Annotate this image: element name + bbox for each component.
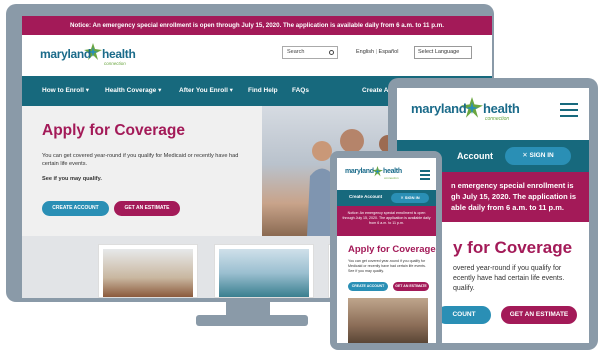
nav-how-to-enroll[interactable]: How to Enroll ▾	[42, 76, 89, 106]
phone-screen: maryland health connection Create Accoun…	[337, 158, 436, 343]
nav-find-help[interactable]: Find Help	[248, 76, 278, 106]
search-placeholder: Search	[287, 49, 305, 55]
desktop-search-input[interactable]: Search	[282, 46, 338, 59]
monitor-stand-neck	[226, 302, 270, 315]
phone-sign-in-label: SIGN IN	[404, 195, 420, 200]
logo-text-health: health	[102, 47, 136, 61]
tablet-hero-paragraph: overed year-round if you qualify for ece…	[453, 265, 565, 292]
desktop-create-account-button[interactable]: CREATE ACCOUNT	[42, 201, 109, 216]
close-x-icon: ✕	[522, 152, 530, 159]
phone-notice-banner: Notice: An emergency special enrollment …	[337, 206, 436, 236]
desktop-hero-title: Apply for Coverage	[42, 122, 185, 139]
logo-text-connection: connection	[104, 61, 126, 66]
monitor-stand-base	[196, 315, 308, 326]
phone-notice-text: Notice: An emergency special enrollment …	[342, 211, 431, 225]
logo-text-maryland: maryland	[40, 47, 91, 61]
logo-text-connection: connection	[384, 176, 399, 180]
language-links: English | Español	[356, 49, 399, 55]
desktop-logo[interactable]: maryland health connection	[40, 43, 150, 66]
desktop-qualify-link[interactable]: See if you may qualify.	[42, 176, 102, 182]
desktop-get-estimate-button[interactable]: GET AN ESTIMATE	[114, 201, 180, 216]
language-select[interactable]: Select Language	[414, 46, 472, 59]
phone-account-bar: Create Account ✕ SIGN IN	[337, 190, 436, 206]
nav-after-you-enroll[interactable]: After You Enroll ▾	[179, 76, 233, 106]
desktop-hero-paragraph: You can get covered year-round if you qu…	[42, 153, 239, 167]
phone-content-photo	[348, 298, 428, 343]
phone-hamburger-menu-icon[interactable]	[420, 170, 430, 182]
phone-hero-paragraph: You can get covered year-round if you qu…	[348, 259, 426, 273]
tablet-sign-in-label: SIGN IN	[529, 152, 554, 159]
logo-text-connection: connection	[485, 116, 510, 122]
lang-english-link[interactable]: English	[356, 49, 374, 55]
lang-espanol-link[interactable]: Español	[379, 49, 399, 55]
desktop-card-2[interactable]	[214, 244, 314, 298]
logo-text-maryland: maryland	[345, 168, 374, 175]
tablet-notice-text: n emergency special enrollment is gh Jul…	[451, 181, 577, 212]
search-icon[interactable]	[329, 50, 334, 55]
card-2-image	[219, 249, 309, 297]
phone-sign-in-button[interactable]: ✕ SIGN IN	[391, 193, 429, 203]
tablet-get-estimate-button[interactable]: GET AN ESTIMATE	[501, 306, 577, 324]
tablet-sign-in-button[interactable]: ✕ SIGN IN	[505, 147, 571, 165]
card-1-image	[103, 249, 193, 297]
desktop-card-1[interactable]	[98, 244, 198, 298]
phone-create-account-button[interactable]: CREATE ACCOUNT	[348, 282, 388, 291]
nav-create-account[interactable]: Create A	[362, 76, 389, 106]
phone-hero-title: Apply for Coverage	[348, 244, 436, 255]
tablet-create-account-button[interactable]: COUNT	[437, 306, 491, 324]
logo-text-health: health	[383, 168, 402, 175]
tablet-hamburger-menu-icon[interactable]	[560, 103, 578, 121]
phone-get-estimate-button[interactable]: GET AN ESTIMATE	[393, 282, 429, 291]
nav-health-coverage[interactable]: Health Coverage ▾	[105, 76, 161, 106]
tablet-account-link[interactable]: Account	[457, 151, 493, 161]
nav-faqs[interactable]: FAQs	[292, 76, 309, 106]
phone-create-account-link[interactable]: Create Account	[349, 194, 382, 199]
desktop-notice-banner: Notice: An emergency special enrollment …	[22, 16, 492, 35]
logo-text-health: health	[483, 101, 520, 116]
tablet-hero-title: y for Coverage	[453, 238, 573, 257]
logo-text-maryland: maryland	[411, 101, 467, 116]
